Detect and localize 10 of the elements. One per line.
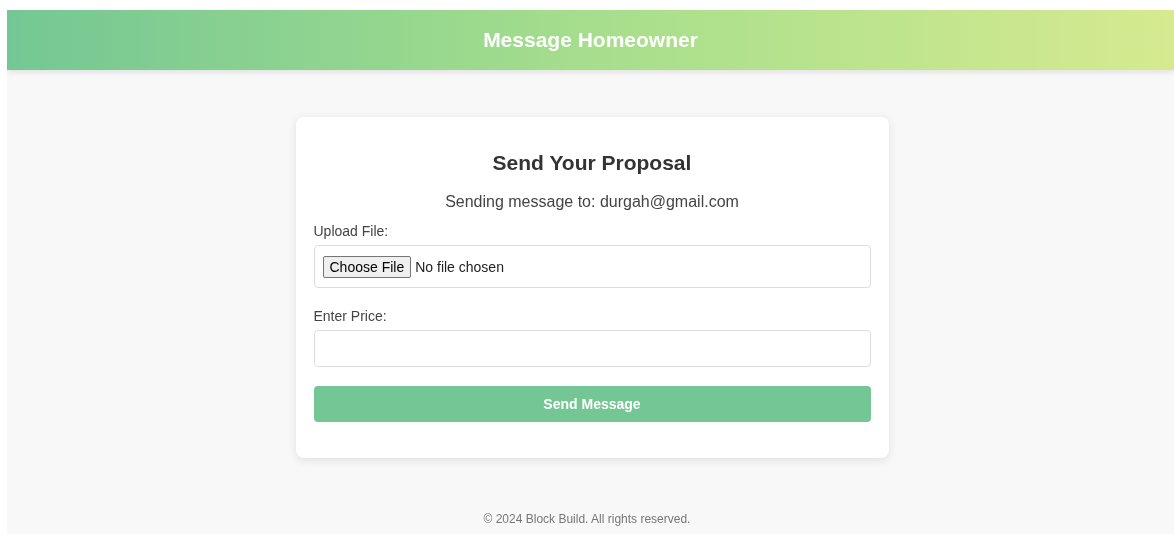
page-title: Message Homeowner (483, 28, 698, 52)
file-input[interactable]: Choose File No file chosen (313, 245, 871, 288)
price-input[interactable] (313, 330, 871, 367)
card-title: Send Your Proposal (491, 151, 693, 175)
file-status: No file chosen (415, 258, 504, 275)
field-label: Upload File: (313, 223, 390, 239)
choose-file-button[interactable]: Choose File (322, 255, 412, 278)
copyright-text: © 2024 Block Build. All rights reserved. (483, 512, 691, 526)
recipient-text: Sending message to: durgah@gmail.com (444, 193, 740, 211)
field-label: Enter Price: (313, 308, 388, 324)
